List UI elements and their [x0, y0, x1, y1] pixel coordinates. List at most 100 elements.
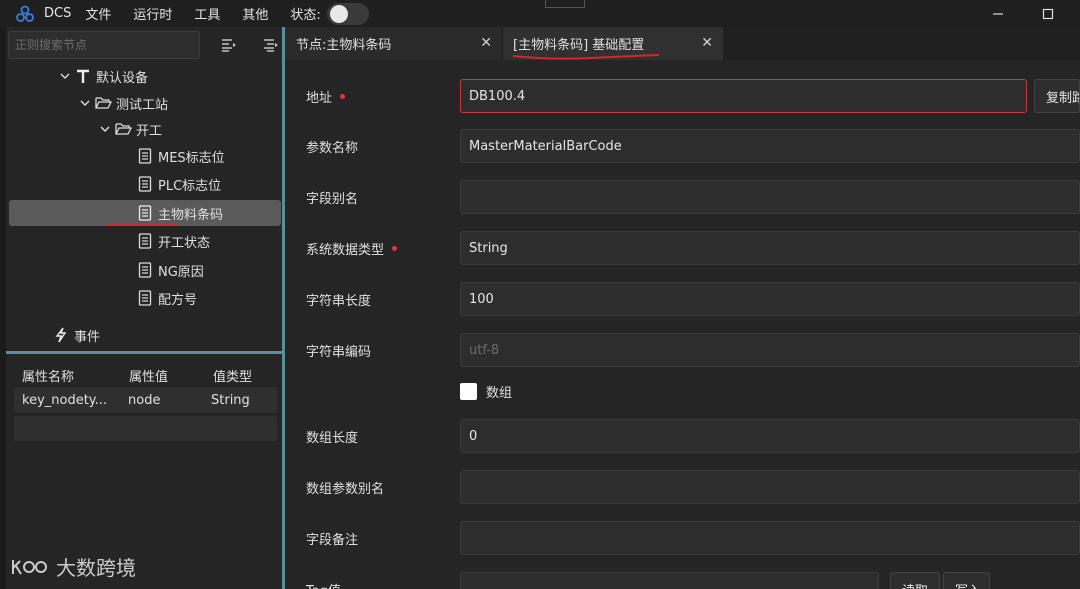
array-length-label: 数组长度 [306, 430, 359, 446]
property-type-cell: String [211, 392, 250, 408]
address-input[interactable]: DB100.4 [460, 79, 1027, 113]
label-text: 系统数据类型 [306, 242, 385, 258]
document-icon [136, 232, 154, 250]
tree-node-events[interactable]: 事件 [52, 322, 100, 348]
folder-open-icon [94, 94, 112, 112]
chevron-down-icon[interactable] [80, 100, 90, 106]
field-note-label: 字段备注 [306, 532, 359, 548]
param-name-input[interactable]: MasterMaterialBarCode [460, 129, 1080, 163]
string-length-label: 字符串长度 [306, 293, 372, 309]
lightning-icon [52, 326, 70, 344]
close-icon[interactable]: ✕ [480, 35, 492, 51]
tree-node-label: 测试工站 [116, 97, 169, 113]
field-alias-input[interactable] [460, 180, 1080, 214]
address-label: 地址 [306, 79, 346, 113]
tree-node-work-status[interactable]: 开工状态 [136, 228, 210, 254]
tree-node-test-station[interactable]: 测试工站 [80, 90, 168, 116]
expand-all-button[interactable] [216, 32, 242, 58]
is-array-checkbox[interactable] [460, 382, 477, 400]
annotation-underline [106, 224, 178, 226]
tab-label: 节点:主物料条码 [296, 38, 392, 53]
read-button[interactable]: 读取 [890, 572, 940, 589]
is-array-row: 数组 [460, 378, 512, 404]
menu-runtime[interactable]: 运行时 [133, 4, 172, 23]
maximize-button[interactable] [1025, 0, 1071, 27]
tree-node-label: 配方号 [158, 292, 198, 308]
minimize-icon [993, 12, 1003, 15]
horizontal-splitter[interactable] [6, 351, 282, 354]
document-icon [136, 175, 154, 193]
param-name-label: 参数名称 [306, 140, 359, 156]
list-expand-icon [222, 39, 236, 52]
app-logo-icon [14, 3, 36, 25]
tab-basic-config[interactable]: [主物料条码] 基础配置 ✕ [503, 27, 723, 60]
array-length-input[interactable]: 0 [460, 419, 1080, 453]
form-row-data-type: 系统数据类型 String [285, 231, 1080, 265]
status-label: 状态: [290, 8, 321, 23]
close-icon[interactable]: ✕ [701, 35, 713, 51]
tab-label: [主物料条码] 基础配置 [513, 38, 645, 53]
column-header-value[interactable]: 属性值 [129, 366, 168, 385]
app-name: DCS [44, 6, 72, 21]
tag-input[interactable] [460, 572, 879, 589]
table-row[interactable]: key_nodety... node String [14, 387, 277, 413]
copy-path-button[interactable]: 复制路径 [1034, 79, 1080, 113]
status-toggle[interactable] [326, 2, 369, 25]
properties-header: 属性名称 属性值 值类型 [6, 364, 282, 386]
search-row [6, 29, 284, 61]
write-button[interactable]: 写入 [943, 572, 990, 589]
title-bar: DCS 文件 运行时 工具 其他 状态: [0, 0, 1080, 27]
tree-node-label: 事件 [74, 329, 101, 345]
chevron-down-icon[interactable] [100, 126, 110, 132]
data-type-select[interactable]: String [460, 231, 1080, 265]
watermark-logo-icon [12, 559, 47, 575]
tree-node-ng-reason[interactable]: NG原因 [136, 257, 204, 283]
search-input[interactable] [8, 31, 200, 59]
tree-node-mes-flag[interactable]: MES标志位 [136, 143, 225, 169]
collapse-all-button[interactable] [258, 32, 284, 58]
document-icon [136, 204, 154, 222]
form-row-tag: Tag值 读取 写入 [285, 572, 1080, 589]
document-icon [136, 261, 154, 279]
menu-tools[interactable]: 工具 [194, 4, 220, 23]
array-alias-label: 数组参数别名 [306, 481, 385, 497]
tree-node-default-device[interactable]: 默认设备 [60, 63, 148, 89]
drag-handle[interactable] [545, 0, 585, 8]
column-header-name[interactable]: 属性名称 [22, 366, 74, 385]
annotation-underline [512, 54, 660, 60]
tree-node-master-barcode[interactable]: 主物料条码 [9, 200, 281, 226]
minimize-button[interactable] [975, 0, 1021, 27]
menu-file[interactable]: 文件 [85, 4, 111, 23]
text-t-icon [74, 67, 92, 85]
data-type-label: 系统数据类型 [306, 231, 398, 265]
form-row-field-alias: 字段别名 [285, 180, 1080, 214]
string-encoding-input[interactable]: utf-8 [460, 333, 1080, 367]
required-indicator [392, 245, 398, 251]
watermark-text: 大数跨境 [56, 556, 136, 580]
tree-node-start-work[interactable]: 开工 [100, 116, 162, 142]
array-alias-input[interactable] [460, 470, 1080, 504]
tab-node-master-barcode[interactable]: 节点:主物料条码 ✕ [285, 27, 503, 60]
tree-node-label: 默认设备 [96, 70, 149, 86]
form-row-address: 地址 DB100.4 复制路径 [285, 79, 1080, 113]
form-row-array-alias: 数组参数别名 [285, 470, 1080, 504]
string-encoding-label: 字符串编码 [306, 344, 372, 360]
form-row-string-length: 字符串长度 100 [285, 282, 1080, 316]
toggle-knob [329, 4, 348, 23]
form-row-field-note: 字段备注 [285, 521, 1080, 555]
tree-node-plc-flag[interactable]: PLC标志位 [136, 171, 221, 197]
form-row-string-encoding: 字符串编码 utf-8 [285, 333, 1080, 367]
menu-other[interactable]: 其他 [242, 4, 268, 23]
table-row-empty[interactable] [14, 416, 277, 441]
column-header-type[interactable]: 值类型 [213, 366, 252, 385]
list-collapse-icon [264, 39, 278, 52]
document-icon [136, 289, 154, 307]
chevron-down-icon[interactable] [60, 73, 70, 79]
tree-node-recipe-no[interactable]: 配方号 [136, 285, 197, 311]
menu-bar: 文件 运行时 工具 其他 [85, 4, 290, 23]
property-name-cell: key_nodety... [22, 392, 108, 408]
tree-node-label: NG原因 [158, 264, 204, 280]
tree-node-label: MES标志位 [158, 150, 225, 166]
string-length-input[interactable]: 100 [460, 282, 1080, 316]
field-note-input[interactable] [460, 521, 1080, 555]
